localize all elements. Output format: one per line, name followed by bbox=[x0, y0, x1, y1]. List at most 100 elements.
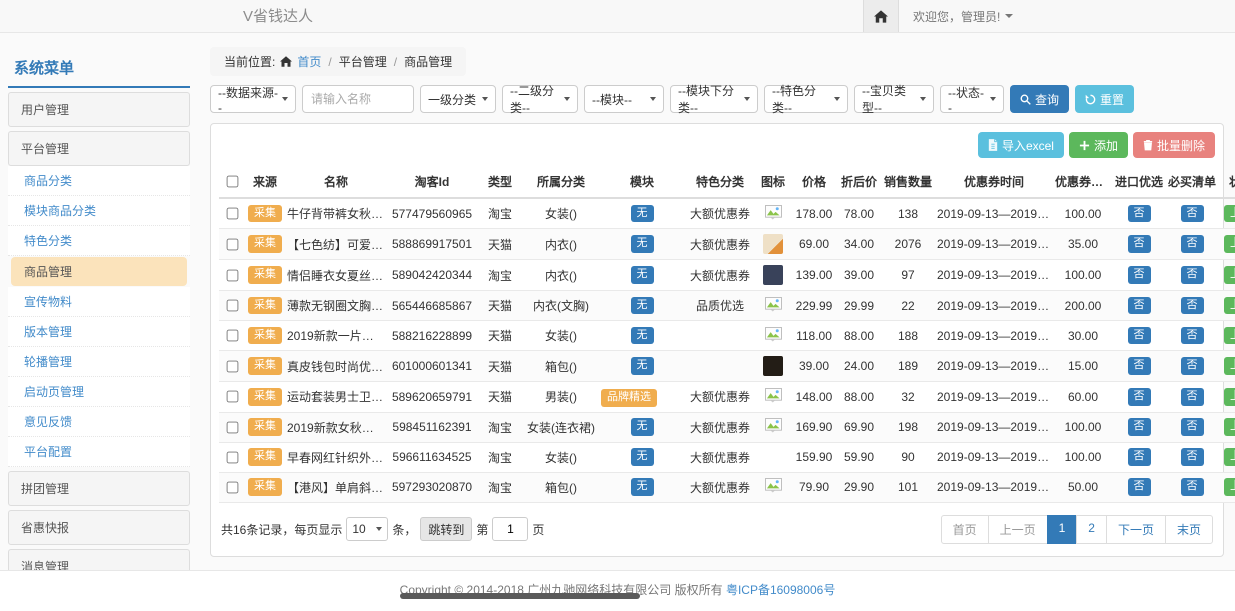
must-buy-badge[interactable]: 否 bbox=[1181, 448, 1204, 466]
row-checkbox[interactable] bbox=[227, 330, 239, 342]
column-header-来源: 来源 bbox=[245, 166, 285, 198]
import-select-badge[interactable]: 否 bbox=[1128, 357, 1151, 375]
row-checkbox[interactable] bbox=[227, 208, 239, 220]
row-checkbox[interactable] bbox=[227, 269, 239, 281]
row-checkbox[interactable] bbox=[227, 481, 239, 493]
item-type-select[interactable]: --宝贝类型-- bbox=[854, 85, 934, 113]
import-select-cell: 否 bbox=[1113, 351, 1165, 382]
horizontal-scrollbar-thumb[interactable] bbox=[400, 593, 640, 599]
sidebar-item-特色分类[interactable]: 特色分类 bbox=[8, 226, 190, 256]
sidebar-item-用户管理[interactable]: 用户管理 bbox=[8, 92, 190, 127]
row-checkbox[interactable] bbox=[227, 300, 239, 312]
jump-button[interactable]: 跳转到 bbox=[420, 517, 472, 541]
pager-button-首页[interactable]: 首页 bbox=[941, 515, 989, 544]
module-sub-category-select[interactable]: --模块下分类-- bbox=[670, 85, 758, 113]
status-cell: 上架 bbox=[1219, 321, 1235, 351]
row-select-cell bbox=[219, 472, 245, 502]
breadcrumb-home-link[interactable]: 首页 bbox=[297, 53, 321, 70]
status-badge[interactable]: 上架 bbox=[1224, 205, 1235, 223]
must-buy-badge[interactable]: 否 bbox=[1181, 235, 1204, 253]
bulk-delete-button[interactable]: 批量删除 bbox=[1133, 132, 1215, 158]
sidebar-item-版本管理[interactable]: 版本管理 bbox=[8, 317, 190, 347]
status-badge[interactable]: 上架 bbox=[1224, 448, 1235, 466]
import-select-badge[interactable]: 否 bbox=[1128, 205, 1151, 223]
sidebar-item-启动页管理[interactable]: 启动页管理 bbox=[8, 377, 190, 407]
level1-category-select[interactable]: 一级分类 bbox=[420, 85, 496, 113]
pager-button-末页[interactable]: 末页 bbox=[1165, 515, 1213, 544]
price-cell: 69.00 bbox=[791, 229, 837, 260]
name-cell: 运动套装男士卫衣初秋... bbox=[285, 382, 387, 413]
must-buy-badge[interactable]: 否 bbox=[1181, 327, 1204, 345]
search-button[interactable]: 查询 bbox=[1010, 85, 1069, 113]
select-all-checkbox[interactable] bbox=[227, 176, 239, 188]
pager-button-1[interactable]: 1 bbox=[1047, 515, 1078, 544]
status-badge[interactable]: 上架 bbox=[1224, 266, 1235, 284]
import-select-badge[interactable]: 否 bbox=[1128, 297, 1151, 315]
sidebar-item-省惠快报[interactable]: 省惠快报 bbox=[8, 510, 190, 545]
coupon-amount-cell: 60.00 bbox=[1053, 382, 1113, 413]
user-menu[interactable]: 欢迎您，管理员! bbox=[913, 8, 1013, 25]
sidebar-item-平台配置[interactable]: 平台配置 bbox=[8, 437, 190, 467]
import-select-badge[interactable]: 否 bbox=[1128, 327, 1151, 345]
sidebar-item-拼团管理[interactable]: 拼团管理 bbox=[8, 471, 190, 506]
row-select-cell bbox=[219, 442, 245, 472]
must-buy-badge[interactable]: 否 bbox=[1181, 357, 1204, 375]
must-buy-badge[interactable]: 否 bbox=[1181, 478, 1204, 496]
broken-image-icon bbox=[765, 205, 782, 220]
sidebar-item-商品分类[interactable]: 商品分类 bbox=[8, 166, 190, 196]
import-select-badge[interactable]: 否 bbox=[1128, 235, 1151, 253]
reset-button[interactable]: 重置 bbox=[1075, 85, 1134, 113]
sidebar-item-平台管理[interactable]: 平台管理 bbox=[8, 131, 190, 166]
status-badge[interactable]: 上架 bbox=[1224, 235, 1235, 253]
row-checkbox[interactable] bbox=[227, 391, 239, 403]
feature-cell: 大额优惠券 bbox=[685, 229, 755, 260]
status-cell: 上架 bbox=[1219, 382, 1235, 413]
row-checkbox[interactable] bbox=[227, 238, 239, 250]
level2-category-select[interactable]: --二级分类-- bbox=[502, 85, 578, 113]
page-size-select[interactable]: 10 bbox=[346, 517, 388, 541]
coupon-amount-cell: 200.00 bbox=[1053, 291, 1113, 321]
status-select[interactable]: --状态-- bbox=[940, 85, 1004, 113]
sidebar-item-轮播管理[interactable]: 轮播管理 bbox=[8, 347, 190, 377]
sidebar-item-商品管理[interactable]: 商品管理 bbox=[11, 257, 187, 286]
status-badge[interactable]: 上架 bbox=[1224, 418, 1235, 436]
source-badge: 采集 bbox=[248, 205, 282, 223]
sidebar-item-消息管理[interactable]: 消息管理 bbox=[8, 549, 190, 570]
pager-button-下一页[interactable]: 下一页 bbox=[1106, 515, 1166, 544]
status-badge[interactable]: 上架 bbox=[1224, 327, 1235, 345]
status-badge[interactable]: 上架 bbox=[1224, 388, 1235, 406]
pager-button-2[interactable]: 2 bbox=[1076, 515, 1107, 544]
module-badge: 品牌精选 bbox=[601, 389, 657, 407]
must-buy-badge[interactable]: 否 bbox=[1181, 205, 1204, 223]
add-button[interactable]: 添加 bbox=[1069, 132, 1128, 158]
feature-category-select[interactable]: --特色分类-- bbox=[764, 85, 848, 113]
status-badge[interactable]: 上架 bbox=[1224, 357, 1235, 375]
row-checkbox[interactable] bbox=[227, 360, 239, 372]
sidebar-item-意见反馈[interactable]: 意见反馈 bbox=[8, 407, 190, 437]
taoke-id-cell: 596611634525 bbox=[387, 442, 477, 472]
must-buy-badge[interactable]: 否 bbox=[1181, 297, 1204, 315]
import-icon bbox=[988, 139, 998, 151]
pager-button-上一页[interactable]: 上一页 bbox=[988, 515, 1048, 544]
import-select-badge[interactable]: 否 bbox=[1128, 478, 1151, 496]
import-select-badge[interactable]: 否 bbox=[1128, 266, 1151, 284]
status-badge[interactable]: 上架 bbox=[1224, 478, 1235, 496]
must-buy-badge[interactable]: 否 bbox=[1181, 266, 1204, 284]
status-badge[interactable]: 上架 bbox=[1224, 297, 1235, 315]
import-select-badge[interactable]: 否 bbox=[1128, 448, 1151, 466]
icp-link[interactable]: 粤ICP备16098006号 bbox=[726, 583, 835, 597]
page-number-input[interactable] bbox=[492, 517, 528, 541]
row-checkbox[interactable] bbox=[227, 421, 239, 433]
import-select-badge[interactable]: 否 bbox=[1128, 388, 1151, 406]
home-button[interactable] bbox=[863, 0, 899, 32]
name-search-input[interactable] bbox=[302, 85, 414, 113]
module-select[interactable]: --模块-- bbox=[584, 85, 664, 113]
sidebar-item-模块商品分类[interactable]: 模块商品分类 bbox=[8, 196, 190, 226]
import-excel-button[interactable]: 导入excel bbox=[978, 132, 1064, 158]
must-buy-badge[interactable]: 否 bbox=[1181, 388, 1204, 406]
import-select-badge[interactable]: 否 bbox=[1128, 418, 1151, 436]
data-source-select[interactable]: --数据来源-- bbox=[210, 85, 296, 113]
sidebar-item-宣传物料[interactable]: 宣传物料 bbox=[8, 287, 190, 317]
must-buy-badge[interactable]: 否 bbox=[1181, 418, 1204, 436]
row-checkbox[interactable] bbox=[227, 451, 239, 463]
